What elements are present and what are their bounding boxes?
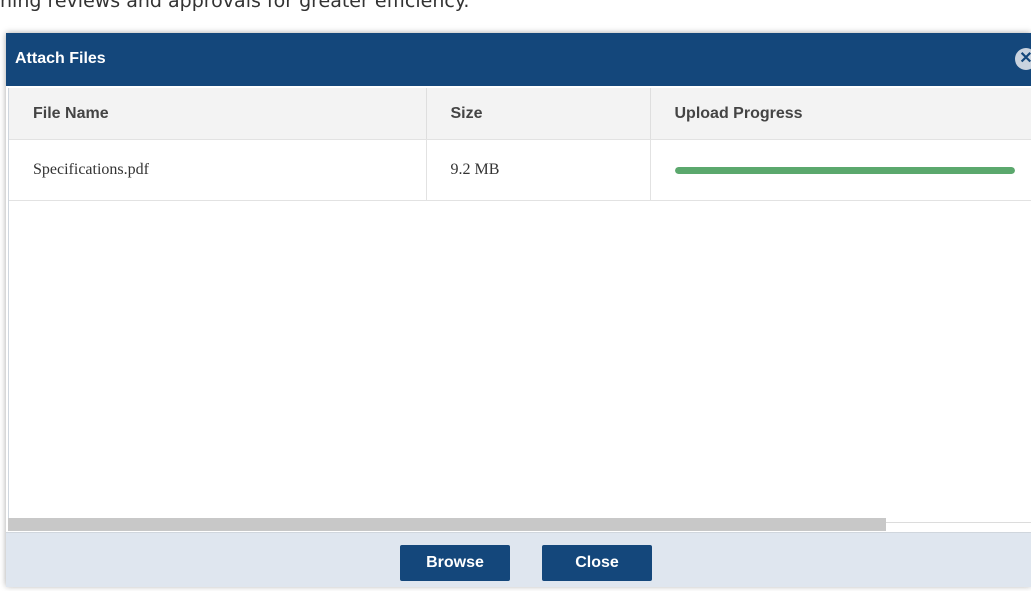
upload-progress-fill — [674, 166, 1015, 174]
attach-files-dialog: Attach Files ✕ File Name Size Upload Pro… — [6, 33, 1031, 587]
table-row[interactable]: Specifications.pdf 9.2 MB — [9, 139, 1031, 201]
column-header-file-name[interactable]: File Name — [9, 88, 427, 140]
column-header-size[interactable]: Size — [426, 88, 651, 140]
file-size-cell: 9.2 MB — [426, 139, 651, 201]
upload-progress-cell — [650, 139, 1031, 201]
dialog-titlebar: Attach Files ✕ — [6, 33, 1031, 86]
horizontal-scrollbar[interactable] — [8, 518, 886, 531]
close-icon[interactable]: ✕ — [1015, 48, 1031, 70]
column-header-upload-progress[interactable]: Upload Progress — [650, 88, 1031, 140]
files-table-container: File Name Size Upload Progress Specifica… — [8, 88, 1031, 523]
files-table: File Name Size Upload Progress Specifica… — [9, 88, 1031, 201]
table-header-row: File Name Size Upload Progress — [9, 88, 1031, 140]
dialog-footer: Browse Close — [6, 532, 1031, 587]
background-page-text: ning reviews and approvals for greater e… — [0, 0, 470, 12]
file-name-cell: Specifications.pdf — [9, 139, 427, 201]
close-button[interactable]: Close — [542, 545, 652, 581]
upload-progress-bar — [674, 166, 1015, 174]
dialog-title: Attach Files — [15, 50, 106, 67]
browse-button[interactable]: Browse — [400, 545, 510, 581]
